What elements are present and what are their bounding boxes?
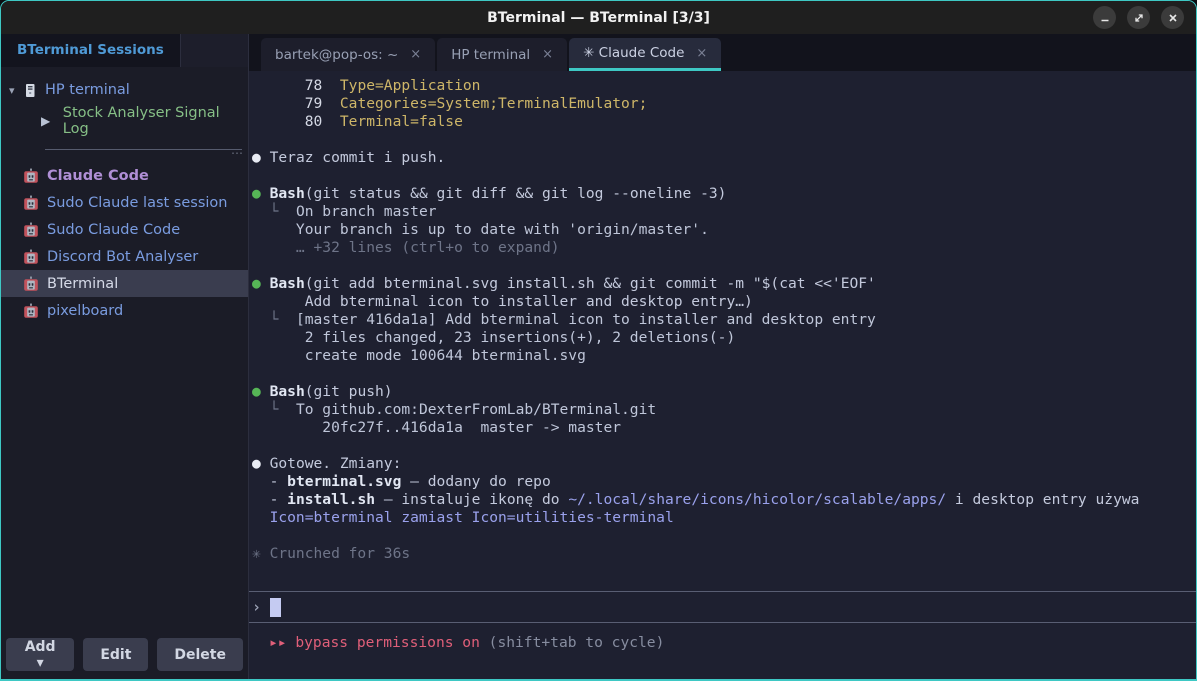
terminal-line: 78 Type=Application (252, 77, 1196, 95)
pc-tower-icon (25, 83, 36, 98)
session-item-bterminal[interactable]: BTerminal (1, 270, 248, 297)
session-label: BTerminal (47, 276, 118, 292)
session-label: Sudo Claude Code (47, 222, 180, 238)
sidebar-title: BTerminal Sessions (1, 34, 181, 67)
maximize-button[interactable] (1127, 6, 1150, 29)
tree-item-label: Stock Analyser Signal Log (63, 105, 248, 137)
tab-label: bartek@pop-os: ~ (275, 47, 398, 63)
title-bar: BTerminal — BTerminal [3/3] (1, 1, 1196, 34)
robot-icon (23, 276, 39, 292)
tab-label: ✳ Claude Code (583, 45, 684, 61)
terminal-line: └ [master 416da1a] Add bterminal icon to… (252, 311, 1196, 329)
terminal-line: - install.sh — instaluje ikonę do ~/.loc… (252, 491, 1196, 509)
session-item-discord-bot-analyser[interactable]: Discord Bot Analyser (1, 243, 248, 270)
bterminal-window: BTerminal — BTerminal [3/3] BTerminal Se… (0, 0, 1197, 681)
terminal-line: ● Bash(git push) (252, 383, 1196, 401)
status-bar: ▸▸ bypass permissions on (shift+tab to c… (249, 623, 1196, 679)
terminal-line: Your branch is up to date with 'origin/m… (252, 221, 1196, 239)
terminal-line: ● Teraz commit i push. (252, 149, 1196, 167)
minimize-icon (1099, 12, 1111, 24)
tree-item-label: HP terminal (45, 82, 130, 98)
terminal-line (252, 131, 1196, 149)
add-button[interactable]: Add ▾ (6, 638, 74, 671)
session-item-sudo-claude-last-session[interactable]: Sudo Claude last session (1, 189, 248, 216)
tab-close-icon[interactable]: × (542, 47, 553, 62)
close-icon (1167, 12, 1179, 24)
terminal-line: 79 Categories=System;TerminalEmulator; (252, 95, 1196, 113)
robot-icon (23, 303, 39, 319)
sidebar-divider: ⋯ (45, 149, 242, 150)
tree-item-stock-analyser-signal-log[interactable]: ▶ Stock Analyser Signal Log (1, 107, 248, 135)
tab-claude-code[interactable]: ✳ Claude Code × (569, 38, 721, 71)
terminal-line: 80 Terminal=false (252, 113, 1196, 131)
terminal-line: Icon=bterminal zamiast Icon=utilities-te… (252, 509, 1196, 527)
terminal-line (252, 527, 1196, 545)
terminal-line: create mode 100644 bterminal.svg (252, 347, 1196, 365)
robot-icon (23, 249, 39, 265)
terminal-line (252, 437, 1196, 455)
chevron-right-icon[interactable]: ▶ (41, 114, 63, 128)
robot-icon (23, 222, 39, 238)
terminal-input[interactable]: › (249, 591, 1196, 623)
tab-bartek-pop-os[interactable]: bartek@pop-os: ~ × (261, 38, 435, 71)
session-item-claude-code[interactable]: Claude Code (1, 162, 248, 189)
maximize-icon (1133, 12, 1145, 24)
terminal-line: 2 files changed, 23 insertions(+), 2 del… (252, 329, 1196, 347)
terminal-line: Add bterminal icon to installer and desk… (252, 293, 1196, 311)
tab-close-icon[interactable]: × (696, 46, 707, 61)
terminal-line: └ On branch master (252, 203, 1196, 221)
terminal-line: ● Gotowe. Zmiany: (252, 455, 1196, 473)
terminal-line: ● Bash(git status && git diff && git log… (252, 185, 1196, 203)
delete-button[interactable]: Delete (157, 638, 243, 671)
chevron-down-icon[interactable]: ▾ (9, 84, 25, 97)
terminal-line (252, 167, 1196, 185)
session-label: Claude Code (47, 168, 149, 184)
mode-chevrons-icon: ▸▸ (269, 634, 295, 651)
session-list: Claude Code Sudo Claude last session Sudo … (1, 162, 248, 324)
tab-hp-terminal[interactable]: HP terminal × (437, 38, 567, 71)
terminal-line: … +32 lines (ctrl+o to expand) (252, 239, 1196, 257)
edit-button[interactable]: Edit (83, 638, 148, 671)
tree-item-hp-terminal[interactable]: ▾ HP terminal (1, 77, 248, 103)
terminal-line: - bterminal.svg — dodany do repo (252, 473, 1196, 491)
session-item-sudo-claude-code[interactable]: Sudo Claude Code (1, 216, 248, 243)
window-title: BTerminal — BTerminal [3/3] (1, 10, 1196, 26)
terminal-line: 20fc27f..416da1a master -> master (252, 419, 1196, 437)
session-label: pixelboard (47, 303, 123, 319)
overflow-dots-icon[interactable]: ⋯ (231, 146, 244, 160)
text-cursor (270, 598, 281, 617)
tab-label: HP terminal (451, 47, 530, 63)
session-label: Sudo Claude last session (47, 195, 227, 211)
terminal-pane: bartek@pop-os: ~ × HP terminal × ✳ Claud… (249, 34, 1196, 679)
robot-icon (23, 195, 39, 211)
session-label: Discord Bot Analyser (47, 249, 198, 265)
terminal-output: 78 Type=Application 79 Categories=System… (249, 71, 1196, 591)
permission-mode-text: bypass permissions on (295, 634, 480, 651)
terminal-line (252, 257, 1196, 275)
session-tree: ▾ HP terminal ▶ Stock Analyser Signal Lo… (1, 67, 248, 156)
close-button[interactable] (1161, 6, 1184, 29)
prompt-chevron-icon: › (252, 598, 261, 616)
terminal-line: └ To github.com:DexterFromLab/BTerminal.… (252, 401, 1196, 419)
tab-close-icon[interactable]: × (410, 47, 421, 62)
sessions-sidebar: BTerminal Sessions ▾ HP terminal ▶ Stock… (1, 34, 249, 679)
minimize-button[interactable] (1093, 6, 1116, 29)
terminal-line: ● Bash(git add bterminal.svg install.sh … (252, 275, 1196, 293)
robot-icon (23, 168, 39, 184)
terminal-line: ✳ Crunched for 36s (252, 545, 1196, 563)
terminal-line (252, 365, 1196, 383)
session-item-pixelboard[interactable]: pixelboard (1, 297, 248, 324)
mode-hint-text: (shift+tab to cycle) (480, 634, 665, 651)
sidebar-actions: Add ▾ Edit Delete (6, 638, 243, 671)
sidebar-header-row: BTerminal Sessions (1, 34, 248, 67)
tab-bar: bartek@pop-os: ~ × HP terminal × ✳ Claud… (249, 34, 1196, 71)
